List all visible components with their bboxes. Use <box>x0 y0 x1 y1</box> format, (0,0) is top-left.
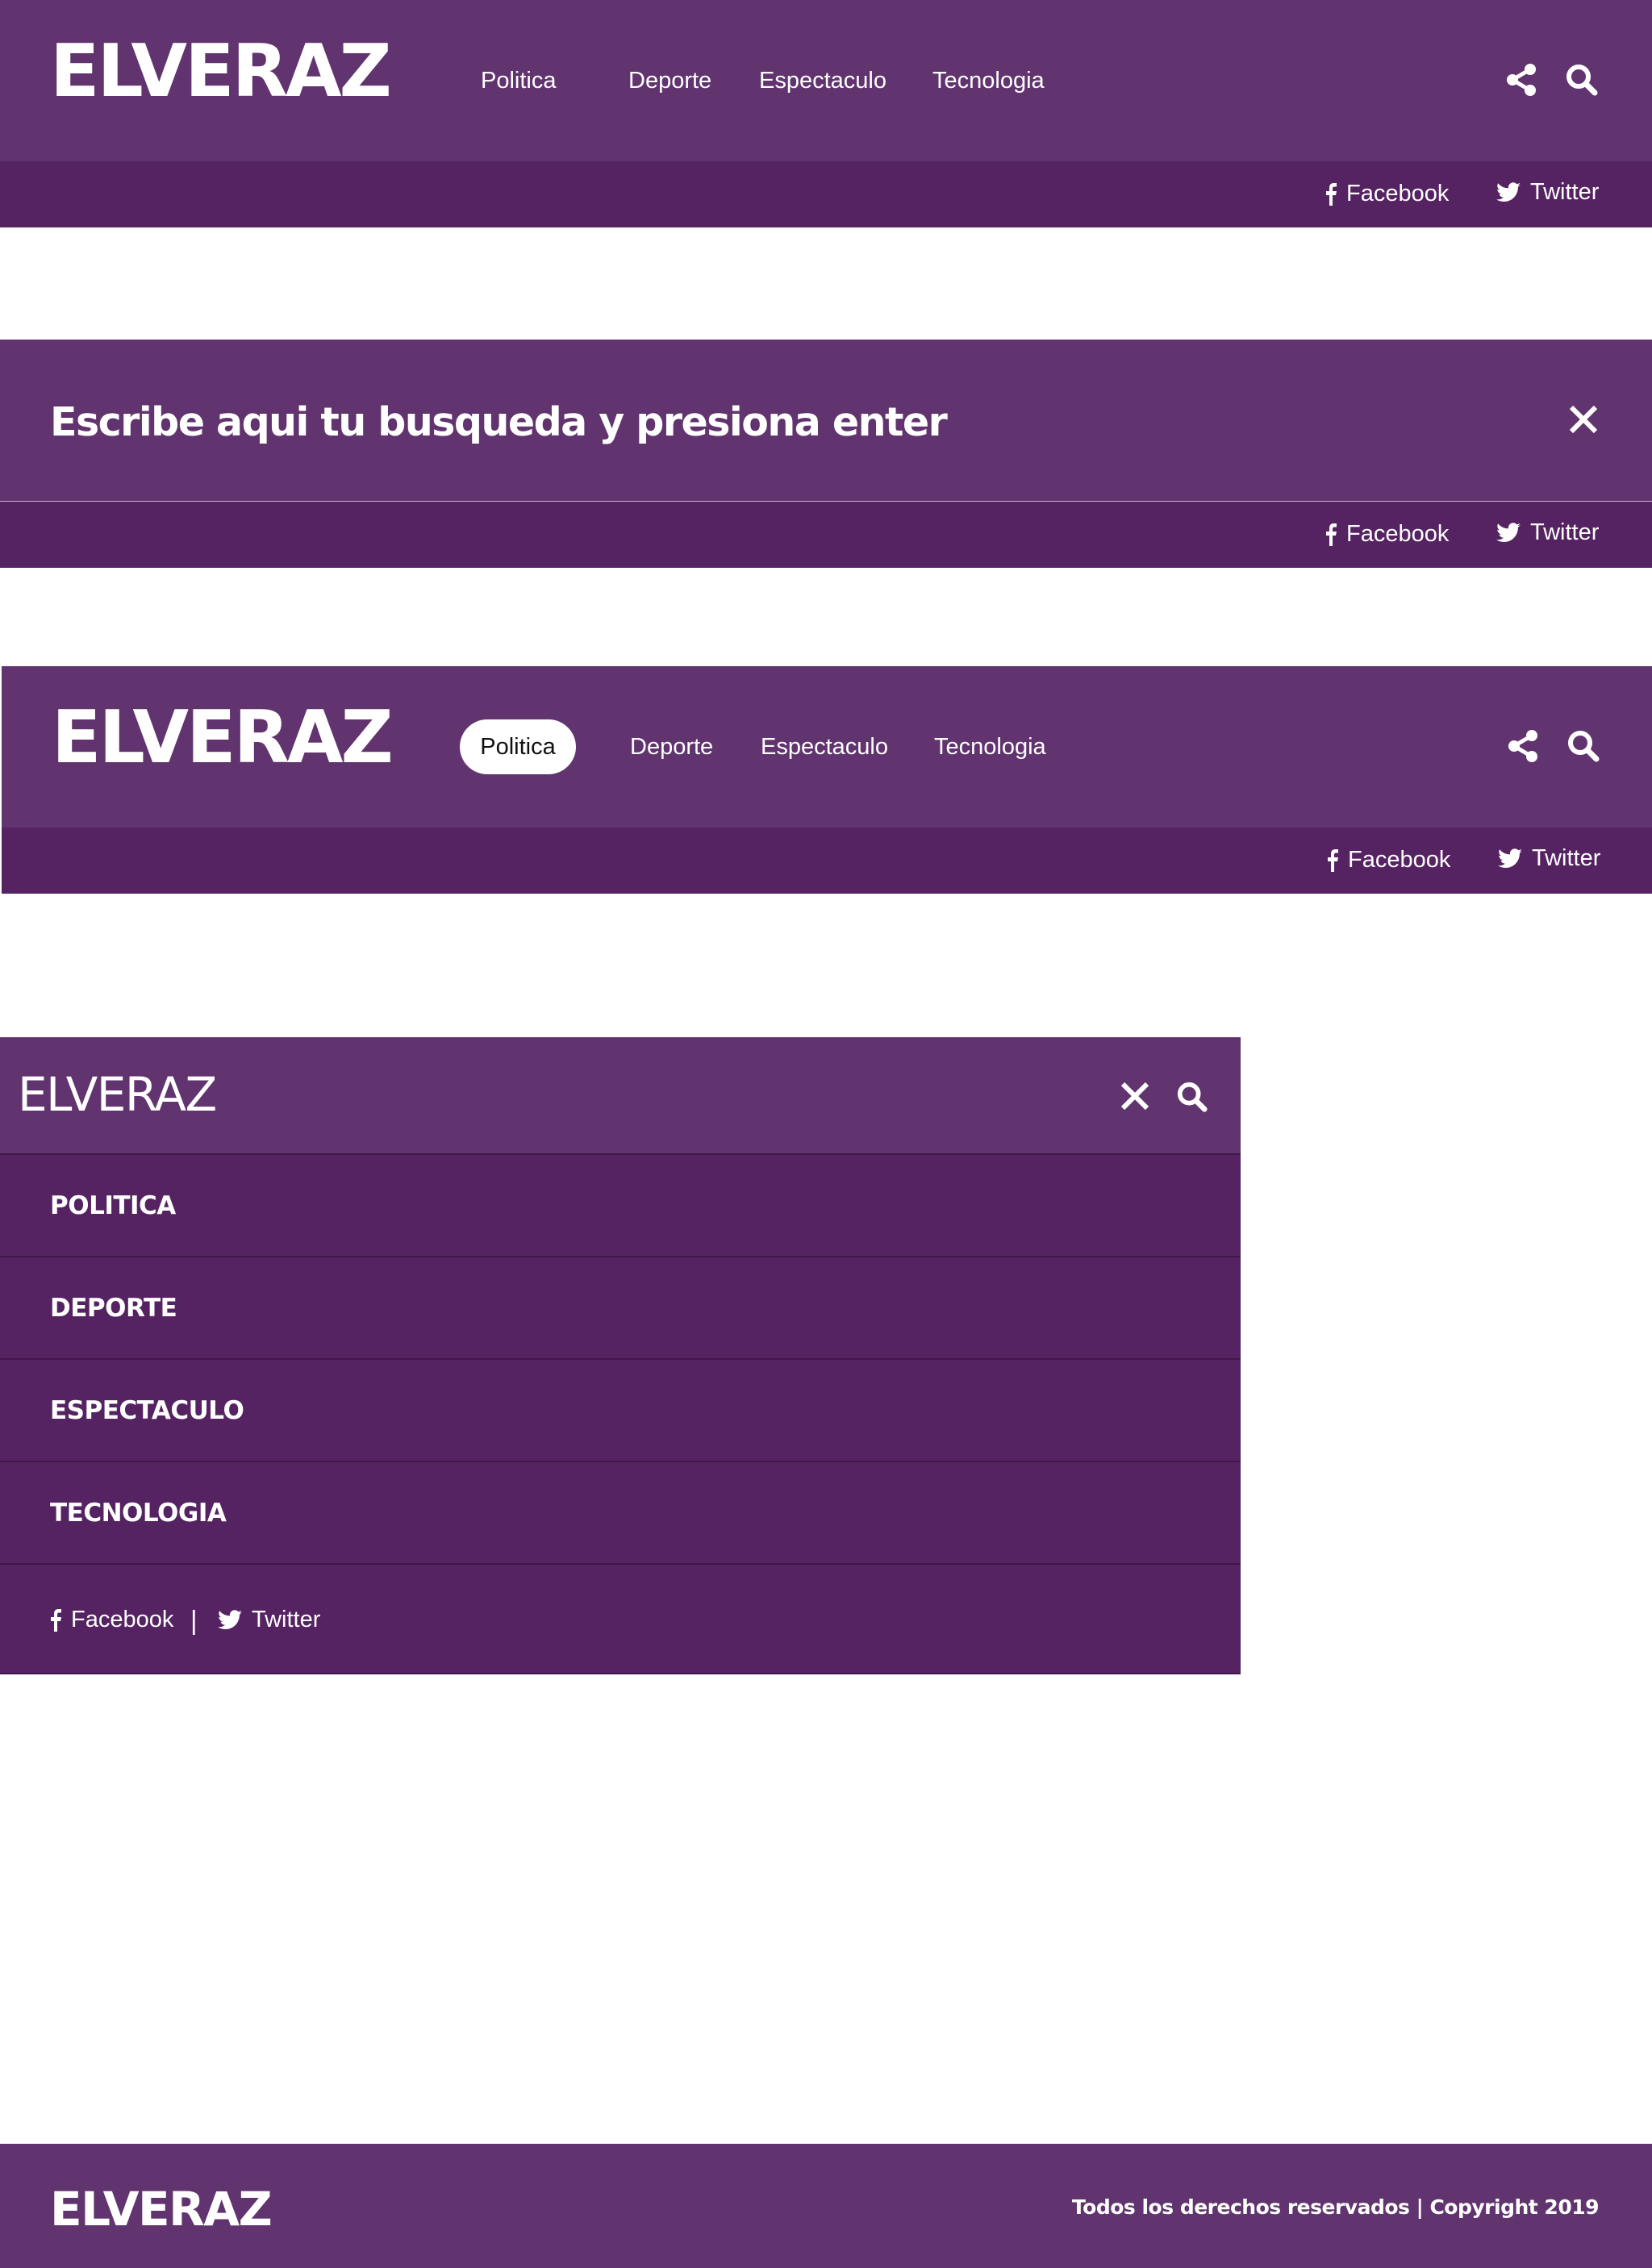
mobile-social-row: Facebook | Twitter <box>0 1565 1241 1674</box>
twitter-label: Twitter <box>252 1607 321 1632</box>
twitter-label: Twitter <box>1530 519 1600 545</box>
share-icon[interactable] <box>1507 729 1539 763</box>
footer-legal: Todos los derechos reservados | Copyrigh… <box>1071 2195 1600 2219</box>
social-separator: | <box>190 1605 198 1635</box>
nav-item-politica[interactable]: Politica <box>481 69 557 93</box>
twitter-icon <box>1496 181 1521 203</box>
facebook-icon <box>1325 182 1337 206</box>
facebook-label: Facebook <box>1346 181 1450 206</box>
nav-item-tecnologia[interactable]: Tecnologia <box>932 69 1045 93</box>
menu-item-deporte[interactable]: DEPORTE <box>0 1257 1241 1360</box>
footer-logo[interactable]: ELVERAZ <box>50 2186 273 2233</box>
facebook-link[interactable]: Facebook <box>1327 847 1450 873</box>
footer: ELVERAZ Todos los derechos reservados | … <box>0 2144 1652 2268</box>
search-input[interactable]: Escribe aqui tu busqueda y presiona ente… <box>50 399 948 445</box>
nav-item-espectaculo[interactable]: Espectaculo <box>759 69 886 93</box>
nav-item-deporte[interactable]: Deporte <box>628 69 711 93</box>
facebook-icon <box>50 1608 61 1632</box>
twitter-link[interactable]: Twitter <box>1498 845 1600 872</box>
share-icon[interactable] <box>1505 63 1537 97</box>
facebook-icon <box>1327 848 1338 872</box>
social-bar-3: Facebook Twitter <box>2 828 1652 894</box>
twitter-link[interactable]: Twitter <box>1496 519 1599 546</box>
site-logo[interactable]: ELVERAZ <box>50 35 392 108</box>
twitter-icon <box>1496 522 1521 544</box>
menu-item-label: DEPORTE <box>50 1293 177 1323</box>
twitter-icon <box>218 1609 242 1631</box>
facebook-label: Facebook <box>1346 521 1450 547</box>
header-active: ELVERAZ Politica Deporte Espectaculo Tec… <box>2 666 1652 828</box>
menu-item-label: POLITICA <box>50 1190 176 1220</box>
facebook-link[interactable]: Facebook <box>1325 181 1449 207</box>
close-icon[interactable] <box>1568 404 1599 435</box>
social-bar-2: Facebook Twitter <box>0 502 1652 568</box>
twitter-label: Twitter <box>1532 845 1601 871</box>
facebook-link[interactable]: Facebook <box>50 1607 173 1633</box>
facebook-label: Facebook <box>1348 847 1451 873</box>
twitter-label: Twitter <box>1530 179 1600 205</box>
nav-item-tecnologia[interactable]: Tecnologia <box>934 736 1046 759</box>
nav-item-deporte[interactable]: Deporte <box>630 736 713 759</box>
facebook-label: Facebook <box>71 1607 174 1632</box>
footer-copyright: | Copyright 2019 <box>1416 2195 1600 2219</box>
search-overlay: Escribe aqui tu busqueda y presiona ente… <box>0 340 1652 501</box>
nav-item-espectaculo[interactable]: Espectaculo <box>761 736 888 759</box>
menu-item-politica[interactable]: POLITICA <box>0 1155 1241 1257</box>
search-icon[interactable] <box>1565 63 1599 97</box>
footer-rights: Todos los derechos reservados <box>1071 2195 1410 2219</box>
twitter-link[interactable]: Twitter <box>1496 179 1599 206</box>
social-bar-1: Facebook Twitter <box>0 161 1652 227</box>
close-icon[interactable] <box>1120 1081 1150 1111</box>
twitter-link[interactable]: Twitter <box>218 1607 320 1633</box>
search-icon[interactable] <box>1176 1081 1208 1113</box>
nav-item-politica-active[interactable]: Politica <box>460 719 576 774</box>
header-default: ELVERAZ Politica Deporte Espectaculo Tec… <box>0 0 1652 161</box>
facebook-icon <box>1325 523 1337 546</box>
twitter-icon <box>1498 848 1522 869</box>
mobile-header: ELVERAZ <box>0 1037 1241 1155</box>
menu-item-label: TECNOLOGIA <box>50 1498 227 1528</box>
menu-item-tecnologia[interactable]: TECNOLOGIA <box>0 1462 1241 1565</box>
search-icon[interactable] <box>1566 729 1600 763</box>
site-logo[interactable]: ELVERAZ <box>18 1071 217 1118</box>
facebook-link[interactable]: Facebook <box>1325 521 1449 548</box>
menu-item-espectaculo[interactable]: ESPECTACULO <box>0 1360 1241 1462</box>
menu-item-label: ESPECTACULO <box>50 1395 244 1425</box>
site-logo[interactable]: ELVERAZ <box>52 702 394 774</box>
